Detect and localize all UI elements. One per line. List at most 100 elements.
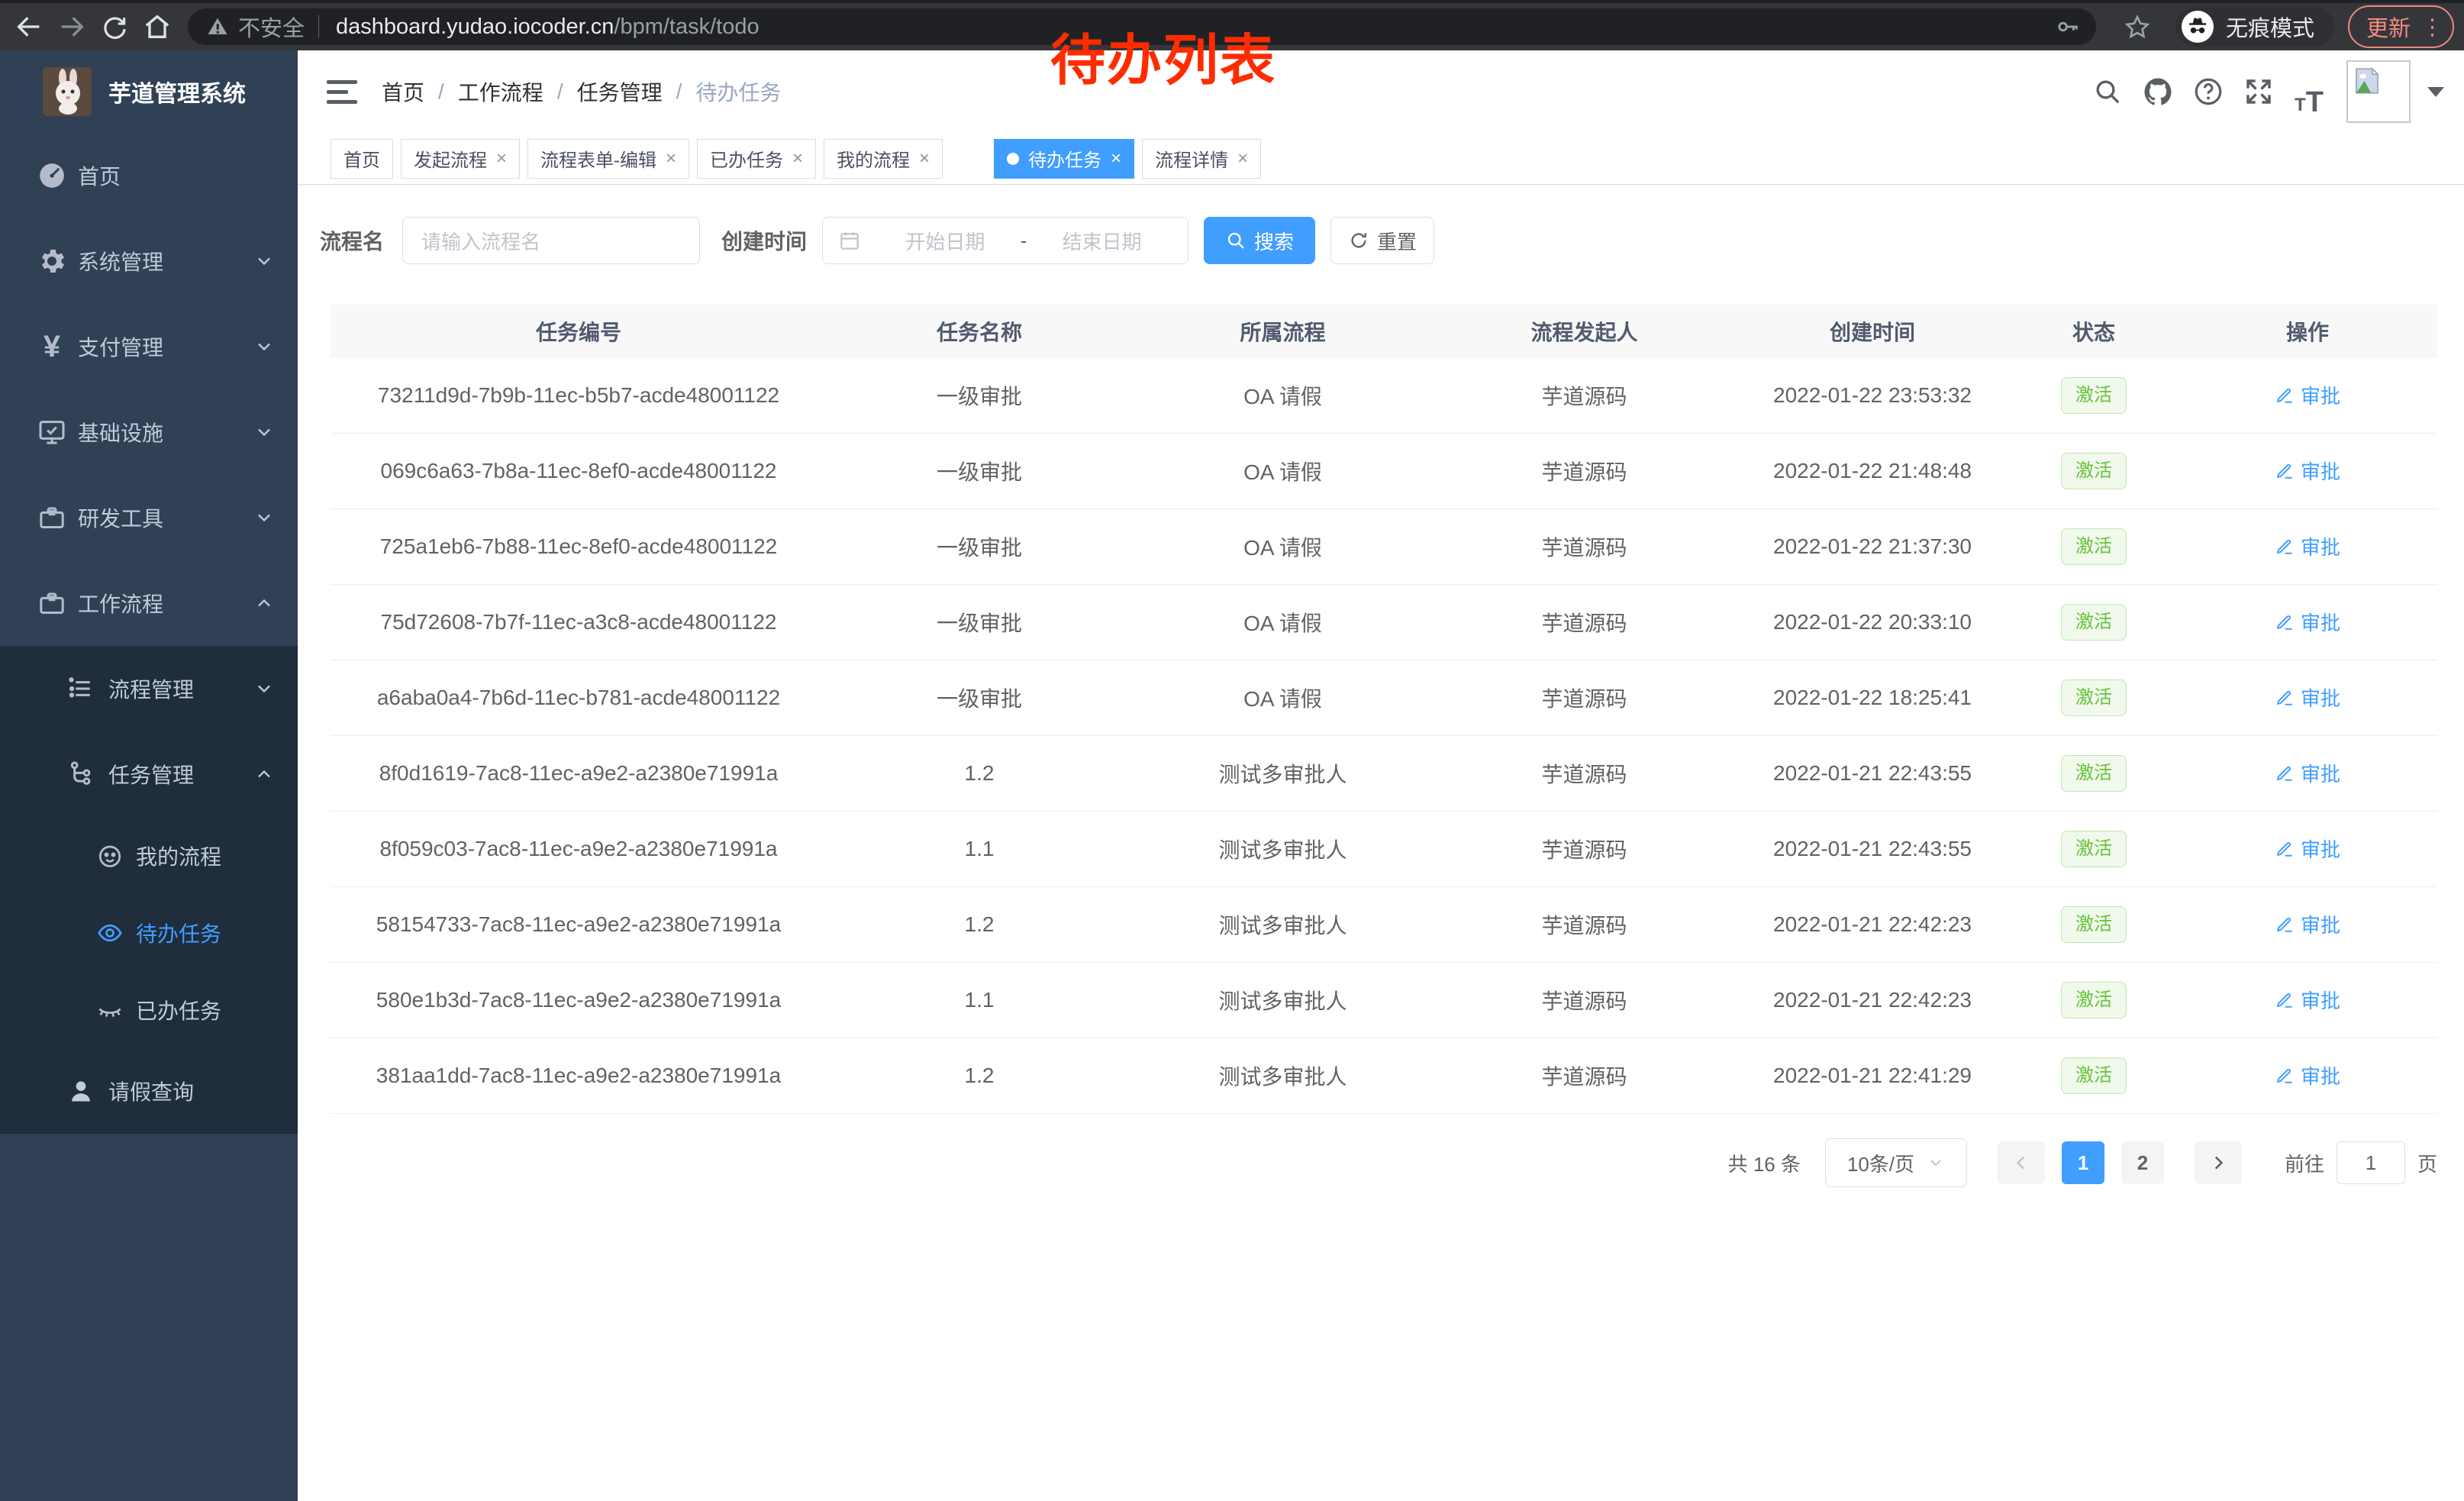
sidebar-item-home[interactable]: 首页 (0, 133, 298, 218)
navbar-actions: TT (2082, 50, 2444, 133)
tab-done-tasks[interactable]: 已办任务× (697, 139, 816, 179)
status-badge: 激活 (2061, 528, 2127, 565)
date-range-picker[interactable]: 开始日期 - 结束日期 (822, 217, 1188, 264)
cell-task-name: 一级审批 (827, 380, 1132, 411)
sidebar-item-todo-tasks[interactable]: 待办任务 (0, 894, 298, 971)
cell-task-name: 一级审批 (827, 607, 1132, 638)
avatar[interactable] (2346, 60, 2411, 123)
breadcrumb-task-mgmt[interactable]: 任务管理 (577, 76, 663, 107)
search-button[interactable]: 搜索 (1204, 217, 1315, 264)
warning-icon (206, 15, 229, 38)
cell-starter: 芋道源码 (1434, 456, 1735, 486)
table-row: 381aa1dd-7ac8-11ec-a9e2-a2380e71991a 1.2… (331, 1038, 2437, 1114)
fullscreen-icon[interactable] (2233, 66, 2284, 117)
font-size-icon[interactable]: TT (2284, 66, 2334, 117)
sidebar-item-done-tasks[interactable]: 已办任务 (0, 971, 298, 1048)
chevron-down-icon (253, 507, 275, 528)
goto-page-input[interactable]: 1 (2337, 1141, 2405, 1184)
pencil-icon (2275, 763, 2295, 783)
tab-process-detail[interactable]: 流程详情× (1142, 139, 1261, 179)
tab-my-process[interactable]: 我的流程× (824, 139, 943, 179)
reset-button[interactable]: 重置 (1330, 217, 1434, 264)
sidebar-item-system[interactable]: 系统管理 (0, 218, 298, 304)
browser-update-button[interactable]: 更新 ⋮ (2348, 5, 2454, 48)
sidebar-item-process-mgmt[interactable]: 流程管理 (0, 646, 298, 731)
tab-start-process[interactable]: 发起流程× (401, 139, 520, 179)
prev-page-button[interactable] (1998, 1141, 2045, 1184)
close-icon[interactable]: × (792, 150, 803, 168)
close-icon[interactable]: × (919, 150, 930, 168)
browser-back-button[interactable] (8, 5, 50, 48)
approve-link[interactable]: 审批 (2275, 986, 2340, 1014)
approve-link[interactable]: 审批 (2275, 759, 2340, 787)
sidebar-item-payment[interactable]: ¥ 支付管理 (0, 304, 298, 389)
sidebar-item-devtools[interactable]: 研发工具 (0, 475, 298, 560)
sidebar-item-leave-query[interactable]: 请假查询 (0, 1048, 298, 1134)
browser-home-button[interactable] (136, 5, 179, 48)
cell-task-id: 069c6a63-7b8a-11ec-8ef0-acde48001122 (331, 459, 827, 483)
page-button-1[interactable]: 1 (2062, 1141, 2104, 1184)
cell-process: 测试多审批人 (1132, 834, 1434, 864)
sidebar-item-label: 研发工具 (78, 502, 163, 533)
app-logo-row[interactable]: 芋道管理系统 (0, 50, 298, 133)
sidebar-toggle-button[interactable] (327, 75, 360, 108)
key-icon[interactable] (2055, 14, 2081, 40)
home-icon (142, 11, 173, 42)
pagination: 共 16 条 10条/页 1 2 前往 1 页 (298, 1138, 2437, 1187)
browser-reload-button[interactable] (93, 5, 136, 48)
breadcrumb-home[interactable]: 首页 (382, 76, 424, 107)
chevron-down-icon (253, 421, 275, 443)
approve-link[interactable]: 审批 (2275, 834, 2340, 863)
tab-home[interactable]: 首页 (331, 139, 393, 179)
close-icon[interactable]: × (496, 150, 507, 168)
sidebar-item-task-mgmt[interactable]: 任务管理 (0, 731, 298, 817)
cell-process: OA 请假 (1132, 380, 1434, 411)
cell-created: 2022-01-21 22:42:23 (1735, 912, 2010, 937)
page-content: 流程名 请输入流程名 创建时间 开始日期 - 结束日期 搜索 (298, 217, 2464, 1187)
approve-link[interactable]: 审批 (2275, 532, 2340, 560)
cell-task-name: 1.1 (827, 988, 1132, 1012)
cell-task-name: 一级审批 (827, 531, 1132, 562)
cell-task-id: 73211d9d-7b9b-11ec-b5b7-acde48001122 (331, 383, 827, 408)
close-icon[interactable]: × (1237, 150, 1248, 168)
next-page-button[interactable] (2195, 1141, 2242, 1184)
sidebar-item-label: 支付管理 (78, 331, 163, 362)
table-header-row: 任务编号 任务名称 所属流程 流程发起人 创建时间 状态 操作 (331, 305, 2437, 358)
close-icon[interactable]: × (666, 150, 676, 168)
search-icon[interactable] (2082, 66, 2133, 117)
browser-forward-button[interactable] (50, 5, 93, 48)
url-path: /bpm/task/todo (614, 15, 759, 40)
approve-link[interactable]: 审批 (2275, 910, 2340, 938)
table-row: 75d72608-7b7f-11ec-a3c8-acde48001122 一级审… (331, 585, 2437, 660)
breadcrumb-workflow[interactable]: 工作流程 (458, 76, 543, 107)
close-icon[interactable]: × (1111, 150, 1121, 168)
cell-task-id: 8f0d1619-7ac8-11ec-a9e2-a2380e71991a (331, 761, 827, 786)
approve-link[interactable]: 审批 (2275, 457, 2340, 485)
bookmark-star-button[interactable] (2116, 5, 2159, 48)
cell-task-id: a6aba0a4-7b6d-11ec-b781-acde48001122 (331, 686, 827, 710)
github-icon[interactable] (2133, 66, 2183, 117)
approve-link[interactable]: 审批 (2275, 608, 2340, 636)
page-button-2[interactable]: 2 (2121, 1141, 2164, 1184)
sidebar-item-infra[interactable]: 基础设施 (0, 389, 298, 475)
cell-starter: 芋道源码 (1434, 683, 1735, 713)
tab-form-edit[interactable]: 流程表单-编辑× (527, 139, 689, 179)
process-name-input[interactable]: 请输入流程名 (402, 217, 700, 264)
table-row: 8f0d1619-7ac8-11ec-a9e2-a2380e71991a 1.2… (331, 736, 2437, 812)
security-label[interactable]: 不安全 (238, 11, 305, 43)
tab-todo-tasks[interactable]: 待办任务× (994, 139, 1134, 179)
table-row: 069c6a63-7b8a-11ec-8ef0-acde48001122 一级审… (331, 434, 2437, 509)
approve-link[interactable]: 审批 (2275, 683, 2340, 712)
page-size-select[interactable]: 10条/页 (1825, 1138, 1967, 1187)
sidebar-item-my-process[interactable]: 我的流程 (0, 817, 298, 894)
sidebar-item-workflow[interactable]: 工作流程 (0, 560, 298, 646)
approve-link[interactable]: 审批 (2275, 1061, 2340, 1089)
browser-menu-icon[interactable]: ⋮ (2421, 14, 2443, 40)
star-icon (2124, 13, 2151, 40)
chevron-right-icon (2208, 1153, 2228, 1173)
caret-down-icon[interactable] (2427, 87, 2444, 97)
status-badge: 激活 (2061, 377, 2127, 414)
help-icon[interactable] (2183, 66, 2233, 117)
approve-link[interactable]: 审批 (2275, 381, 2340, 409)
cell-created: 2022-01-22 23:53:32 (1735, 383, 2010, 408)
